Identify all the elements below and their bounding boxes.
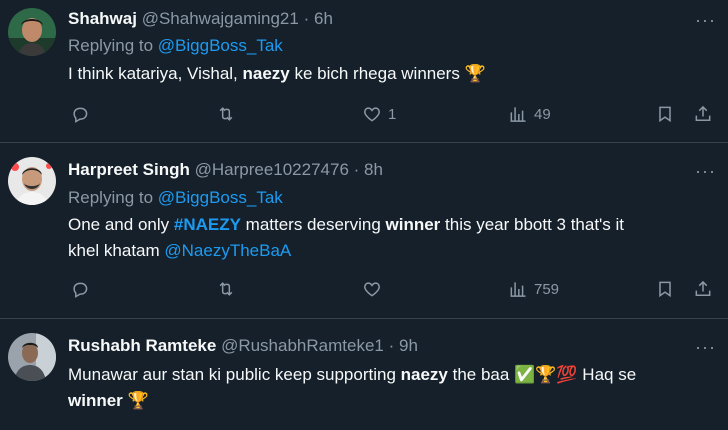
avatar[interactable] bbox=[8, 333, 56, 381]
views-icon[interactable] bbox=[508, 104, 528, 124]
like-count: 1 bbox=[388, 105, 397, 123]
bold-text: naezy bbox=[242, 64, 290, 83]
share-icon[interactable] bbox=[693, 104, 713, 124]
timestamp[interactable]: 8h bbox=[364, 160, 383, 179]
heart-icon[interactable] bbox=[362, 279, 382, 299]
replying-to-link[interactable]: @BiggBoss_Tak bbox=[158, 36, 283, 55]
tweet-header: Rushabh Ramteke @RushabhRamteke1 · 9h bbox=[68, 336, 418, 356]
tweet-text: Munawar aur stan ki public keep supporti… bbox=[68, 362, 708, 414]
replying-to: Replying to @BiggBoss_Tak bbox=[68, 36, 283, 56]
text-segment: this year bbott 3 that's it bbox=[440, 215, 625, 234]
retweet-icon[interactable] bbox=[216, 104, 236, 124]
retweet-icon[interactable] bbox=[216, 279, 236, 299]
text-segment: One and only bbox=[68, 215, 174, 234]
avatar[interactable] bbox=[8, 8, 56, 56]
trophy-emoji: 🏆 bbox=[127, 391, 149, 411]
tweet-text: One and only #NAEZY matters deserving wi… bbox=[68, 212, 708, 264]
heart-icon[interactable] bbox=[362, 104, 382, 124]
text-segment: the baa bbox=[447, 365, 515, 384]
tweet[interactable]: Harpreet Singh @Harpree10227476 · 8h ···… bbox=[0, 143, 728, 319]
separator: · bbox=[353, 160, 360, 179]
separator: · bbox=[303, 9, 310, 28]
tweet-actions: 759 bbox=[68, 279, 718, 303]
replying-prefix: Replying to bbox=[68, 36, 154, 55]
display-name[interactable]: Harpreet Singh bbox=[68, 160, 190, 179]
ellipsis-icon[interactable]: ··· bbox=[695, 338, 716, 356]
views-button[interactable]: 759 bbox=[508, 279, 559, 299]
bookmark-icon[interactable] bbox=[655, 279, 675, 299]
display-name[interactable]: Shahwaj bbox=[68, 9, 137, 28]
text-segment: ke bich rhega winners bbox=[289, 64, 465, 83]
reply-icon[interactable] bbox=[70, 279, 90, 299]
tweet-header: Shahwaj @Shahwajgaming21 · 6h bbox=[68, 9, 333, 29]
share-icon[interactable] bbox=[693, 279, 713, 299]
tweet[interactable]: Shahwaj @Shahwajgaming21 · 6h ··· Replyi… bbox=[0, 0, 728, 143]
mention-link[interactable]: @NaezyTheBaA bbox=[164, 241, 291, 260]
bookmark-icon[interactable] bbox=[655, 104, 675, 124]
bold-text: naezy bbox=[400, 365, 448, 384]
trophy-emoji: 🏆 bbox=[464, 64, 486, 84]
reply-icon[interactable] bbox=[70, 104, 90, 124]
text-segment: khel khatam bbox=[68, 241, 165, 260]
view-count: 759 bbox=[534, 280, 560, 298]
tweet[interactable]: Rushabh Ramteke @RushabhRamteke1 · 9h ··… bbox=[0, 319, 728, 430]
text-segment: Munawar aur stan ki public keep supporti… bbox=[68, 365, 401, 384]
separator: · bbox=[388, 336, 395, 355]
display-name[interactable]: Rushabh Ramteke bbox=[68, 336, 216, 355]
text-segment: I think katariya, Vishal, bbox=[68, 64, 243, 83]
user-handle[interactable]: @Harpree10227476 bbox=[195, 160, 349, 179]
timestamp[interactable]: 6h bbox=[314, 9, 333, 28]
replying-to-link[interactable]: @BiggBoss_Tak bbox=[158, 188, 283, 207]
ellipsis-icon[interactable]: ··· bbox=[695, 162, 716, 180]
like-button[interactable]: 1 bbox=[362, 104, 396, 124]
text-segment: matters deserving bbox=[240, 215, 386, 234]
views-button[interactable]: 49 bbox=[508, 104, 551, 124]
ellipsis-icon[interactable]: ··· bbox=[695, 11, 716, 29]
emoji-group: ✅🏆💯 bbox=[514, 365, 578, 385]
bold-text: winner bbox=[385, 215, 441, 234]
text-segment: Haq se bbox=[577, 365, 637, 384]
user-handle[interactable]: @RushabhRamteke1 bbox=[221, 336, 384, 355]
bold-text: winner bbox=[68, 391, 123, 410]
replying-prefix: Replying to bbox=[68, 188, 154, 207]
replying-to: Replying to @BiggBoss_Tak bbox=[68, 188, 283, 208]
view-count: 49 bbox=[534, 105, 551, 123]
tweet-actions: 1 49 bbox=[68, 104, 718, 128]
hashtag-link[interactable]: #NAEZY bbox=[174, 215, 241, 234]
avatar[interactable] bbox=[8, 157, 56, 205]
tweet-text: I think katariya, Vishal, naezy ke bich … bbox=[68, 61, 708, 87]
tweet-header: Harpreet Singh @Harpree10227476 · 8h bbox=[68, 160, 383, 180]
views-icon[interactable] bbox=[508, 279, 528, 299]
user-handle[interactable]: @Shahwajgaming21 bbox=[142, 9, 299, 28]
timestamp[interactable]: 9h bbox=[399, 336, 418, 355]
